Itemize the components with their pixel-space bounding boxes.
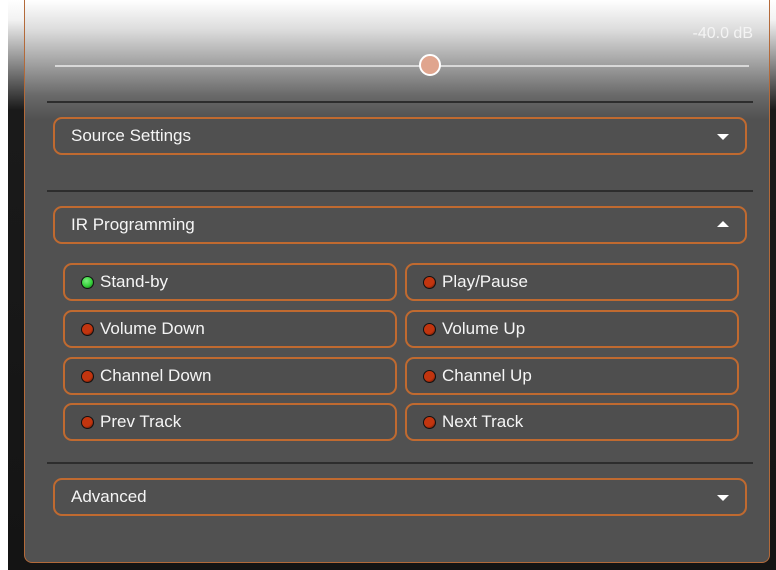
source-settings-toggle[interactable]: Source Settings xyxy=(53,117,747,155)
ir-button-label: Next Track xyxy=(442,412,524,431)
chevron-down-icon xyxy=(717,134,729,140)
settings-panel: -40.0 dB Source Settings IR Programming … xyxy=(24,0,770,563)
divider xyxy=(47,101,753,103)
ir-button-next-track[interactable]: Next Track xyxy=(405,403,739,441)
ir-button-volume-down[interactable]: Volume Down xyxy=(63,310,397,348)
ir-button-standby[interactable]: Stand-by xyxy=(63,263,397,301)
ir-button-channel-up[interactable]: Channel Up xyxy=(405,357,739,395)
source-settings-label: Source Settings xyxy=(71,126,192,145)
led-indicator xyxy=(423,415,436,429)
divider xyxy=(47,190,753,192)
advanced-toggle[interactable]: Advanced xyxy=(53,478,747,516)
chevron-down-icon xyxy=(717,495,729,501)
volume-slider-thumb[interactable] xyxy=(418,54,441,76)
ir-button-play-pause[interactable]: Play/Pause xyxy=(405,263,739,301)
ir-programming-toggle[interactable]: IR Programming xyxy=(53,206,747,244)
ir-button-grid: Stand-by Play/Pause Volume Down Volume U… xyxy=(63,263,739,441)
led-indicator xyxy=(81,369,94,383)
led-indicator xyxy=(423,275,436,289)
ir-button-prev-track[interactable]: Prev Track xyxy=(63,403,397,441)
advanced-label: Advanced xyxy=(71,487,147,506)
chevron-up-icon xyxy=(717,221,729,227)
ir-button-label: Prev Track xyxy=(100,412,182,431)
ir-button-label: Volume Down xyxy=(100,319,205,338)
led-indicator xyxy=(81,415,94,429)
ir-programming-label: IR Programming xyxy=(71,215,195,234)
ir-button-label: Channel Down xyxy=(100,366,212,385)
divider xyxy=(47,462,753,464)
volume-readout: -40.0 dB xyxy=(692,25,753,42)
ir-button-label: Play/Pause xyxy=(442,272,528,291)
volume-slider-track[interactable] xyxy=(55,65,749,67)
ir-button-channel-down[interactable]: Channel Down xyxy=(63,357,397,395)
ir-button-label: Channel Up xyxy=(442,366,532,385)
led-indicator xyxy=(81,275,94,289)
led-indicator xyxy=(423,369,436,383)
led-indicator xyxy=(81,322,94,336)
ir-button-label: Volume Up xyxy=(442,319,526,338)
ir-button-volume-up[interactable]: Volume Up xyxy=(405,310,739,348)
ir-button-label: Stand-by xyxy=(100,272,169,291)
led-indicator xyxy=(423,322,436,336)
